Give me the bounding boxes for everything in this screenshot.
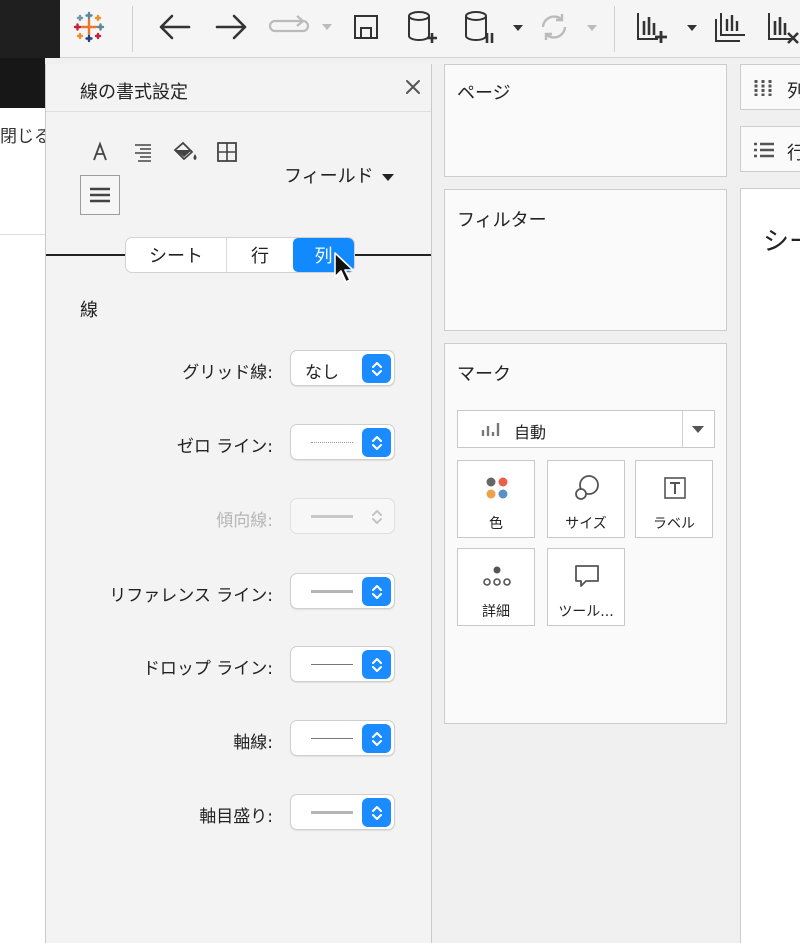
columns-shelf[interactable]: 列 xyxy=(740,64,800,110)
mark-type-label: 自動 xyxy=(514,423,547,442)
axis-ticks-popup[interactable] xyxy=(290,794,395,830)
borders-icon[interactable] xyxy=(213,138,241,166)
rows-shelf[interactable]: 行 xyxy=(740,126,800,172)
color-label: 色 xyxy=(489,516,503,532)
duplicate-sheet-icon[interactable] xyxy=(710,9,752,45)
size-label: サイズ xyxy=(565,516,607,532)
size-icon xyxy=(572,473,602,503)
zero-line-label: ゼロ ライン: xyxy=(176,437,273,457)
rows-shelf-label: 行 xyxy=(787,143,800,164)
divider xyxy=(0,234,45,235)
worksheet-title: シー xyxy=(763,227,800,257)
gridlines-popup[interactable]: なし xyxy=(290,350,395,386)
tab-rows[interactable]: 行 xyxy=(227,238,293,272)
label-label: ラベル xyxy=(653,516,695,532)
reference-line-label: リファレンス ライン: xyxy=(109,586,273,606)
window-left-strip xyxy=(0,0,60,58)
toolbar-separator xyxy=(614,6,615,52)
redo-icon[interactable] xyxy=(266,9,336,45)
line-swatch xyxy=(311,664,353,665)
columns-icon xyxy=(754,80,772,96)
toolbar-separator xyxy=(132,6,133,52)
chevron-down-icon xyxy=(692,426,704,433)
dotted-line-swatch xyxy=(311,442,353,443)
tooltip-button[interactable]: ツール... xyxy=(547,548,625,626)
axis-line-popup[interactable] xyxy=(290,720,395,756)
mark-type-dropdown[interactable]: 自動 xyxy=(457,410,715,448)
detail-label: 詳細 xyxy=(482,604,510,620)
stepper-icon xyxy=(362,354,391,383)
rows-icon xyxy=(754,142,774,158)
section-title: 線 xyxy=(80,300,98,321)
close-icon[interactable] xyxy=(402,76,424,98)
lines-icon[interactable] xyxy=(80,175,120,215)
pages-shelf[interactable]: ページ xyxy=(444,64,727,177)
marks-card-title: マーク xyxy=(457,364,511,385)
font-icon[interactable] xyxy=(86,138,114,166)
line-swatch xyxy=(311,515,353,518)
stepper-icon xyxy=(362,428,391,457)
line-swatch xyxy=(311,738,353,739)
color-button[interactable]: 色 xyxy=(457,460,535,538)
mouse-pointer-icon xyxy=(333,251,357,289)
filters-shelf[interactable]: フィルター xyxy=(444,189,727,331)
dark-header-strip xyxy=(0,58,45,108)
detail-button[interactable]: 詳細 xyxy=(457,548,535,626)
tab-sheet[interactable]: シート xyxy=(126,238,226,272)
save-icon[interactable] xyxy=(346,9,386,45)
marks-card: マーク 自動 色 サイズ ラベル 詳細 ツール... xyxy=(444,343,727,724)
worksheet-view[interactable]: シー xyxy=(740,188,800,943)
text-label-icon xyxy=(660,473,690,503)
panel-title: 線の書式設定 xyxy=(80,82,188,103)
axis-line-label: 軸線: xyxy=(233,733,273,753)
drop-line-label: ドロップ ライン: xyxy=(142,659,273,679)
stepper-icon xyxy=(362,798,391,827)
toolbar xyxy=(0,0,800,58)
divider xyxy=(682,411,683,447)
axis-ticks-label: 軸目盛り: xyxy=(199,807,273,827)
tooltip-icon xyxy=(572,561,602,591)
new-worksheet-icon[interactable] xyxy=(632,9,700,45)
gridlines-value: なし xyxy=(305,363,339,383)
bar-chart-icon xyxy=(481,423,500,436)
pause-updates-icon[interactable] xyxy=(460,9,526,45)
stepper-icon xyxy=(362,650,391,679)
line-swatch xyxy=(311,590,353,593)
refresh-icon[interactable] xyxy=(534,9,600,45)
new-datasource-icon[interactable] xyxy=(402,9,444,45)
format-lines-panel: 線の書式設定 フィールド シート 行 列 線 グリッド線: なし ゼロ ライン:… xyxy=(45,64,432,943)
trend-line-popup xyxy=(290,498,395,534)
stepper-icon xyxy=(362,577,391,606)
alignment-icon[interactable] xyxy=(129,138,157,166)
zero-line-popup[interactable] xyxy=(290,424,395,460)
scope-tabs: シート 行 列 xyxy=(125,237,355,273)
drop-line-popup[interactable] xyxy=(290,646,395,682)
forward-arrow-icon[interactable] xyxy=(210,9,254,45)
clear-sheet-icon[interactable] xyxy=(764,9,800,45)
line-swatch xyxy=(311,811,353,814)
panel-header: 線の書式設定 xyxy=(46,64,431,112)
tableau-logo-icon[interactable] xyxy=(66,9,112,45)
columns-shelf-label: 列 xyxy=(787,81,800,102)
close-label[interactable]: 閉じる xyxy=(0,122,51,147)
chevron-down-icon xyxy=(381,173,394,181)
shading-icon[interactable] xyxy=(171,138,199,166)
filters-shelf-title: フィルター xyxy=(457,210,547,231)
field-dropdown[interactable]: フィールド xyxy=(284,162,394,188)
size-button[interactable]: サイズ xyxy=(547,460,625,538)
trend-line-label: 傾向線: xyxy=(216,511,273,531)
reference-line-popup[interactable] xyxy=(290,573,395,609)
tooltip-label: ツール... xyxy=(558,604,614,620)
label-button[interactable]: ラベル xyxy=(635,460,713,538)
color-icon xyxy=(482,473,512,503)
field-dropdown-label: フィールド xyxy=(284,166,374,187)
background-app-area xyxy=(0,58,45,943)
back-arrow-icon[interactable] xyxy=(152,9,196,45)
stepper-icon xyxy=(362,724,391,753)
stepper-icon xyxy=(362,502,391,531)
pages-shelf-title: ページ xyxy=(457,83,511,104)
gridlines-label: グリッド線: xyxy=(182,363,273,383)
detail-icon xyxy=(482,561,512,591)
